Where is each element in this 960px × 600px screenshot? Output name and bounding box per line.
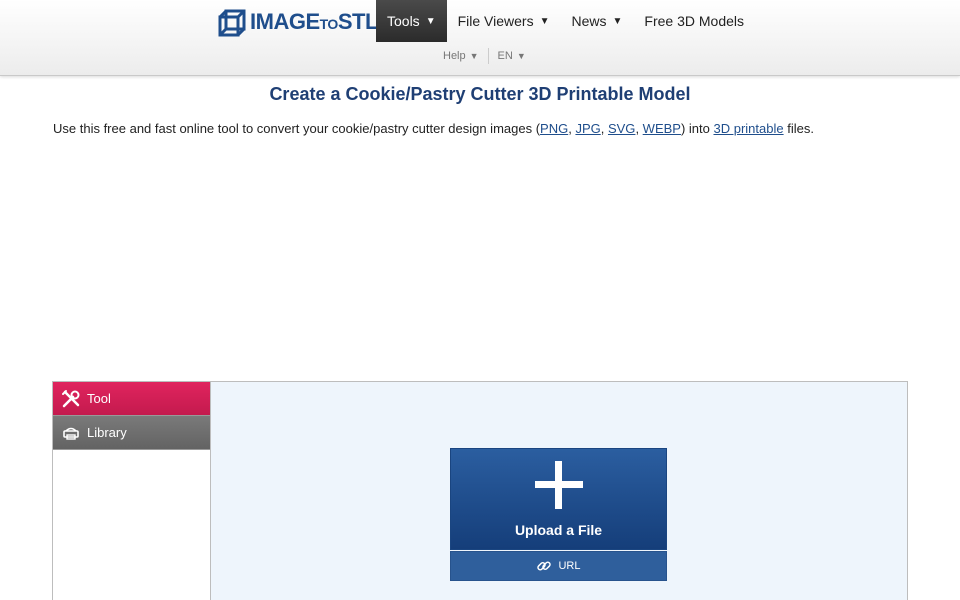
chevron-down-icon: ▼ (425, 15, 436, 27)
tab-tool-label: Tool (87, 391, 111, 406)
chevron-down-icon: ▼ (469, 51, 479, 61)
nav-file-viewers[interactable]: File Viewers ▼ (447, 0, 561, 42)
subnav-help[interactable]: Help ▼ (434, 50, 488, 62)
link-icon (536, 558, 552, 574)
tab-library-label: Library (87, 425, 127, 440)
sub-nav: Help ▼ EN ▼ (434, 48, 535, 64)
intro-text: Use this free and fast online tool to co… (53, 121, 814, 136)
logo-text: IMAGETOSTL (250, 9, 378, 34)
svg-link[interactable]: SVG (608, 121, 635, 136)
3d-printable-link[interactable]: 3D printable (713, 121, 783, 136)
main-nav: Tools ▼ File Viewers ▼ News ▼ Free 3D Model… (376, 0, 755, 42)
chevron-down-icon: ▼ (539, 15, 550, 27)
tools-icon (61, 389, 81, 409)
webp-link[interactable]: WEBP (643, 121, 681, 136)
subnav-language[interactable]: EN ▼ (489, 50, 535, 62)
png-link[interactable]: PNG (540, 121, 568, 136)
nav-news[interactable]: News ▼ (561, 0, 634, 42)
chevron-down-icon: ▼ (516, 51, 526, 61)
cube-logo-icon (218, 9, 246, 37)
url-label: URL (558, 560, 581, 572)
chevron-down-icon: ▼ (612, 15, 623, 27)
url-button[interactable]: URL (450, 551, 667, 581)
nav-free-3d-models[interactable]: Free 3D Models (633, 0, 755, 42)
panel-sidebar: Tool Library (53, 382, 211, 600)
plus-icon (535, 461, 583, 509)
page-title: Create a Cookie/Pastry Cutter 3D Printab… (269, 84, 691, 104)
tab-tool[interactable]: Tool (53, 382, 210, 416)
site-header: IMAGETOSTL Tools ▼ File Viewers ▼ News ▼ Fr… (0, 0, 960, 76)
tab-library[interactable]: Library (53, 416, 210, 450)
printer-icon (61, 423, 81, 443)
upload-area: Upload a File URL (211, 382, 907, 600)
upload-file-button[interactable]: Upload a File (450, 448, 667, 550)
upload-file-label: Upload a File (514, 522, 603, 538)
tool-panel: Tool Library Upload a File URL (52, 381, 908, 600)
site-logo[interactable]: IMAGETOSTL (218, 8, 378, 38)
nav-tools[interactable]: Tools ▼ (376, 0, 447, 42)
jpg-link[interactable]: JPG (575, 121, 600, 136)
